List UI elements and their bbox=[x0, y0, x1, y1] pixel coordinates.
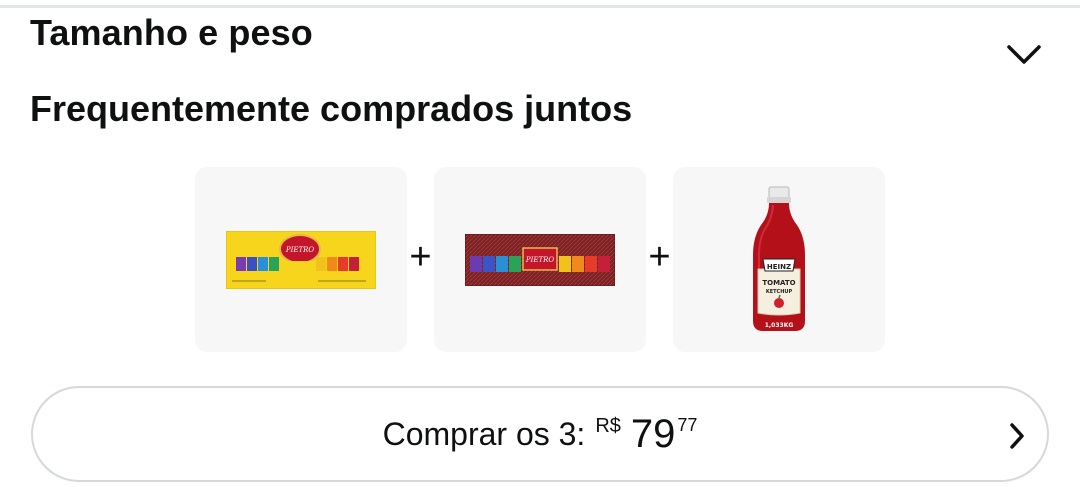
buy-button-content: Comprar os 3: R$ 79 77 bbox=[33, 388, 1047, 480]
size-weight-title: Tamanho e peso bbox=[30, 12, 313, 53]
chocolate-box-yellow-image[interactable]: PIETRO bbox=[226, 230, 376, 289]
svg-text:PIETRO: PIETRO bbox=[285, 246, 315, 254]
plus-sign: + bbox=[409, 236, 432, 278]
svg-text:PIETRO: PIETRO bbox=[525, 256, 555, 264]
chocolate-box-burgundy-image[interactable]: PIETRO bbox=[465, 233, 615, 286]
svg-text:TOMATO: TOMATO bbox=[762, 279, 795, 287]
product-tile-2[interactable]: PIETRO bbox=[434, 167, 646, 352]
size-weight-section-header[interactable]: Tamanho e peso bbox=[30, 10, 1050, 82]
svg-text:HEINZ: HEINZ bbox=[767, 263, 791, 271]
product-tile-1[interactable]: PIETRO bbox=[195, 167, 407, 352]
buy-all-three-button[interactable]: Comprar os 3: R$ 79 77 bbox=[31, 386, 1049, 482]
chevron-right-icon bbox=[1010, 423, 1024, 449]
page: Tamanho e peso Frequentemente comprados … bbox=[0, 0, 1080, 487]
svg-text:1,033KG: 1,033KG bbox=[765, 322, 794, 329]
price-currency: R$ bbox=[595, 415, 621, 437]
price-fraction: 77 bbox=[677, 415, 698, 435]
plus-sign: + bbox=[648, 236, 671, 278]
ketchup-bottle-image[interactable]: HEINZ TOMATO KETCHUP 1,033KG bbox=[749, 185, 809, 335]
buy-button-label: Comprar os 3: bbox=[382, 415, 586, 452]
chevron-down-icon[interactable] bbox=[1006, 44, 1042, 66]
svg-text:KETCHUP: KETCHUP bbox=[766, 289, 793, 295]
bundle-products: PIETRO + PIETRO + HEINZ TOMATO KETCHUP 1… bbox=[195, 167, 886, 352]
frequently-bought-together-title: Frequentemente comprados juntos bbox=[30, 88, 633, 129]
top-divider bbox=[0, 5, 1080, 8]
product-tile-3[interactable]: HEINZ TOMATO KETCHUP 1,033KG bbox=[673, 167, 885, 352]
price-whole: 79 bbox=[630, 412, 676, 456]
bundle-price: R$ 79 77 bbox=[595, 414, 697, 454]
